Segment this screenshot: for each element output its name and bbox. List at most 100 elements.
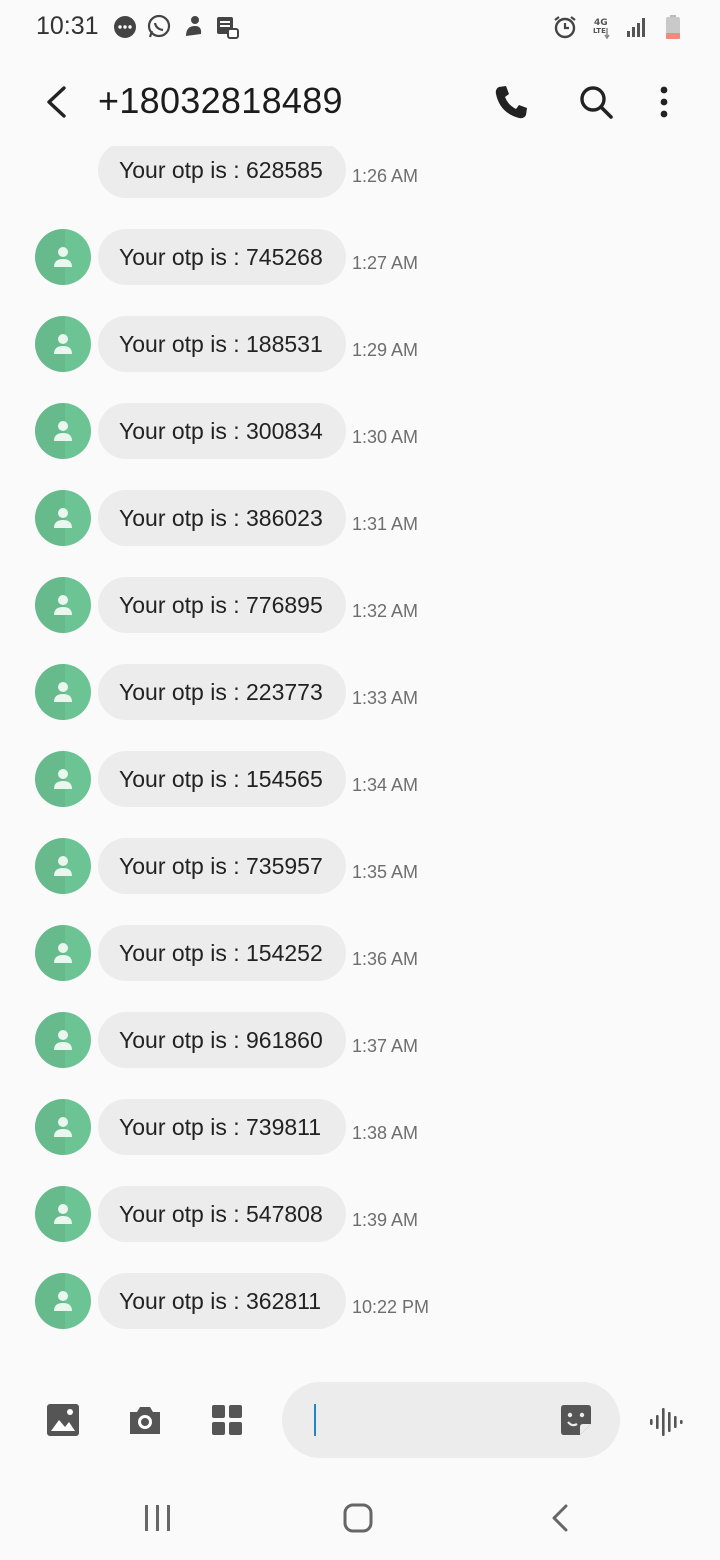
- contact-avatar[interactable]: [35, 751, 91, 807]
- home-icon[interactable]: [340, 1500, 376, 1536]
- person-icon: [54, 1291, 72, 1311]
- message-bubble[interactable]: Your otp is : 735957: [98, 838, 346, 894]
- contact-avatar[interactable]: [35, 1012, 91, 1068]
- sim-manager-icon: [217, 17, 239, 39]
- message-item[interactable]: Your otp is : 188531 1:29 AM: [0, 314, 720, 372]
- message-item[interactable]: Your otp is : 745268 1:27 AM: [0, 227, 720, 285]
- person-icon: [54, 1117, 72, 1137]
- message-bubble[interactable]: Your otp is : 547808: [98, 1186, 346, 1242]
- message-item[interactable]: Your otp is : 223773 1:33 AM: [0, 662, 720, 720]
- message-input-container[interactable]: [282, 1382, 620, 1458]
- voice-input-icon[interactable]: [646, 1402, 686, 1442]
- message-time: 1:30 AM: [352, 427, 419, 447]
- apps-icon[interactable]: [207, 1400, 247, 1440]
- person-icon: [54, 856, 72, 876]
- message-item[interactable]: Your otp is : 547808 1:39 AM: [0, 1184, 720, 1242]
- message-bubble[interactable]: Your otp is : 300834: [98, 403, 346, 459]
- message-time: 1:37 AM: [352, 1036, 419, 1056]
- search-icon[interactable]: [574, 80, 618, 124]
- message-time: 1:38 AM: [352, 1123, 419, 1143]
- person-icon: [54, 769, 72, 789]
- message-bubble[interactable]: Your otp is : 154252: [98, 925, 346, 981]
- message-item[interactable]: Your otp is : 386023 1:31 AM: [0, 488, 720, 546]
- contact-avatar[interactable]: [35, 664, 91, 720]
- contact-avatar[interactable]: [35, 1186, 91, 1242]
- sticker-icon[interactable]: [556, 1400, 596, 1440]
- more-options-icon[interactable]: [642, 80, 686, 124]
- svg-text:LTE: LTE: [593, 27, 606, 35]
- message-item[interactable]: Your otp is : 776895 1:32 AM: [0, 575, 720, 633]
- conversation-title: +18032818489: [98, 80, 343, 121]
- message-item[interactable]: Your otp is : 154565 1:34 AM: [0, 749, 720, 807]
- person-icon: [54, 595, 72, 615]
- person-icon: [54, 1204, 72, 1224]
- person-icon: [54, 1030, 72, 1050]
- message-time: 1:27 AM: [352, 253, 419, 273]
- message-item[interactable]: Your otp is : 628585 1:26 AM: [0, 146, 720, 198]
- message-bubble[interactable]: Your otp is : 154565: [98, 751, 346, 807]
- system-navigation-bar: [0, 1470, 720, 1560]
- chat-icon: [114, 16, 136, 38]
- back-icon[interactable]: [542, 1500, 578, 1536]
- status-time: 10:31: [36, 12, 99, 40]
- text-cursor: [314, 1404, 316, 1436]
- person-icon: [54, 334, 72, 354]
- battery-icon: [666, 15, 680, 39]
- back-arrow-icon[interactable]: [34, 80, 78, 124]
- call-icon[interactable]: [490, 80, 534, 124]
- contact-avatar[interactable]: [35, 838, 91, 894]
- message-item[interactable]: Your otp is : 739811 1:38 AM: [0, 1097, 720, 1155]
- notification-icons: [112, 14, 240, 40]
- message-time: 1:32 AM: [352, 601, 419, 621]
- message-time: 1:31 AM: [352, 514, 419, 534]
- message-bubble[interactable]: Your otp is : 628585: [98, 146, 346, 198]
- contact-avatar[interactable]: [35, 490, 91, 546]
- contact-avatar[interactable]: [35, 403, 91, 459]
- alarm-icon: [554, 16, 576, 39]
- signal-icon: [627, 18, 645, 37]
- message-bubble[interactable]: Your otp is : 223773: [98, 664, 346, 720]
- person-icon: [54, 508, 72, 528]
- sticker-app-icon: [186, 16, 202, 36]
- message-time: 1:35 AM: [352, 862, 419, 882]
- gallery-icon[interactable]: [43, 1400, 83, 1440]
- message-thread[interactable]: Your otp is : 628585 1:26 AM Your otp is :…: [0, 146, 720, 1366]
- message-time: 1:39 AM: [352, 1210, 419, 1230]
- recents-icon[interactable]: [140, 1500, 176, 1536]
- message-item[interactable]: Your otp is : 362811 10:22 PM: [0, 1271, 720, 1329]
- message-item[interactable]: Your otp is : 300834 1:30 AM: [0, 401, 720, 459]
- message-item[interactable]: Your otp is : 961860 1:37 AM: [0, 1010, 720, 1068]
- 4g-lte-icon: 4G LTE: [593, 18, 610, 40]
- contact-avatar[interactable]: [35, 925, 91, 981]
- system-status-icons: 4G LTE: [552, 14, 686, 40]
- person-icon: [54, 421, 72, 441]
- message-bubble[interactable]: Your otp is : 739811: [98, 1099, 346, 1155]
- message-bubble[interactable]: Your otp is : 386023: [98, 490, 346, 546]
- whatsapp-icon: [147, 14, 171, 38]
- message-time: 10:22 PM: [352, 1297, 430, 1317]
- camera-icon[interactable]: [125, 1400, 165, 1440]
- contact-avatar[interactable]: [35, 1273, 91, 1329]
- message-bubble[interactable]: Your otp is : 961860: [98, 1012, 346, 1068]
- message-input[interactable]: [312, 1396, 546, 1446]
- conversation-header: +18032818489: [0, 60, 720, 146]
- message-time: 1:34 AM: [352, 775, 419, 795]
- message-time: 1:29 AM: [352, 340, 419, 360]
- message-composer: [0, 1376, 720, 1466]
- message-time: 1:26 AM: [352, 166, 419, 186]
- status-bar: 10:31 4G LTE: [0, 0, 720, 56]
- message-item[interactable]: Your otp is : 154252 1:36 AM: [0, 923, 720, 981]
- message-bubble[interactable]: Your otp is : 776895: [98, 577, 346, 633]
- contact-avatar[interactable]: [35, 1099, 91, 1155]
- contact-avatar[interactable]: [35, 229, 91, 285]
- message-item[interactable]: Your otp is : 735957 1:35 AM: [0, 836, 720, 894]
- contact-avatar[interactable]: [35, 577, 91, 633]
- person-icon: [54, 247, 72, 267]
- message-bubble[interactable]: Your otp is : 362811: [98, 1273, 346, 1329]
- message-bubble[interactable]: Your otp is : 745268: [98, 229, 346, 285]
- contact-avatar[interactable]: [35, 316, 91, 372]
- person-icon: [54, 682, 72, 702]
- message-time: 1:36 AM: [352, 949, 419, 969]
- message-bubble[interactable]: Your otp is : 188531: [98, 316, 346, 372]
- person-icon: [54, 943, 72, 963]
